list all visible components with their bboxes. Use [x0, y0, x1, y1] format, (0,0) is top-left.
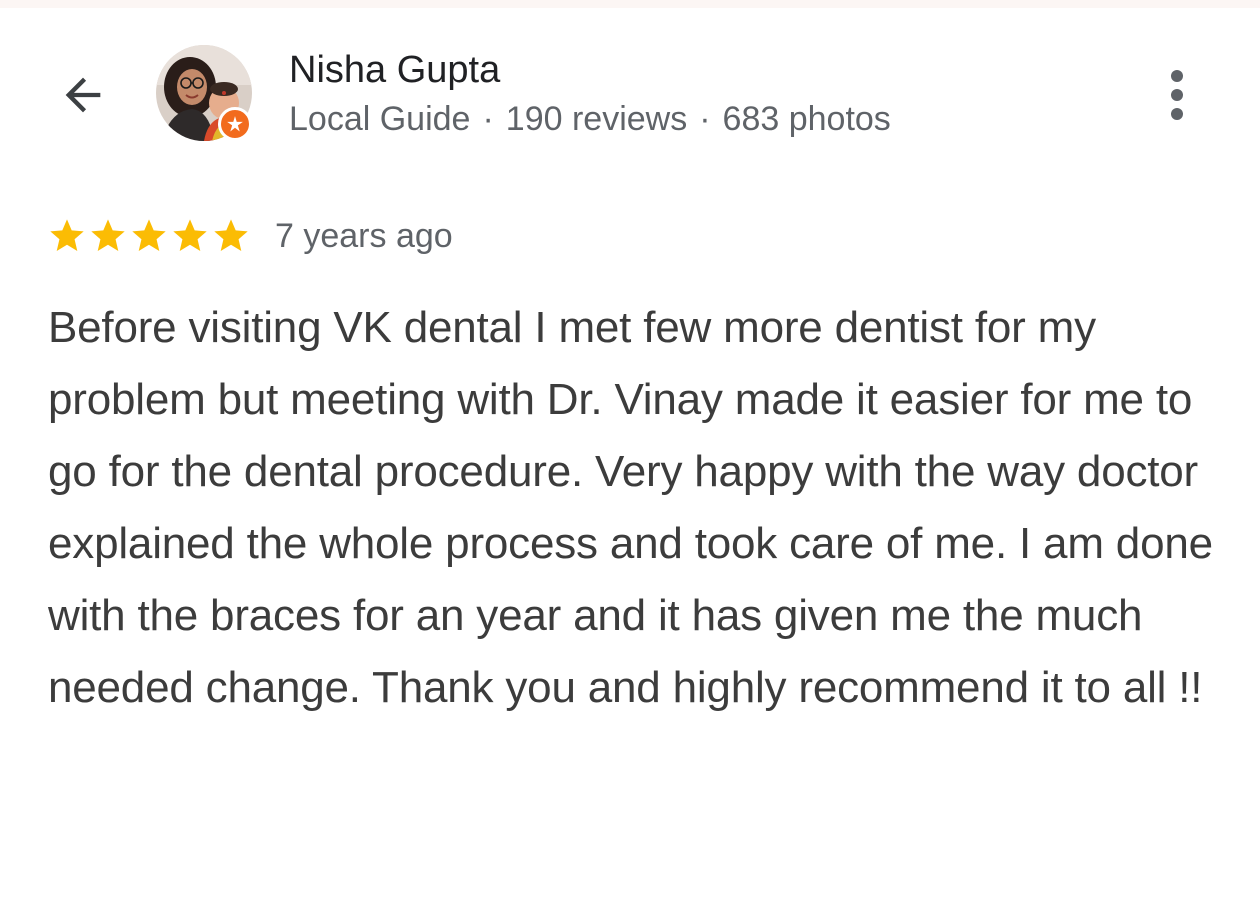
star-icon: [50, 219, 84, 251]
local-guide-star-icon: [227, 116, 243, 132]
local-guide-badge: [218, 107, 252, 141]
reviewer-name[interactable]: Nisha Gupta: [289, 48, 500, 92]
more-vert-icon-dot: [1171, 108, 1183, 120]
review-text: Before visiting VK dental I met few more…: [48, 303, 1213, 712]
star-icon: [173, 219, 207, 251]
reviewer-meta: Local Guide · 190 reviews · 683 photos: [289, 98, 891, 140]
review-count: 190 reviews: [505, 100, 688, 138]
back-button[interactable]: [50, 62, 116, 128]
meta-separator: ·: [482, 100, 494, 138]
reviewer-avatar[interactable]: [156, 45, 254, 143]
more-vert-icon-dot: [1171, 70, 1183, 82]
star-icon: [214, 219, 248, 251]
meta-separator: ·: [699, 100, 711, 138]
star-icon: [91, 219, 125, 251]
arrow-back-icon: [65, 77, 101, 113]
local-guide-label: Local Guide: [289, 100, 471, 138]
photo-count: 683 photos: [722, 100, 891, 138]
top-status-strip: [0, 0, 1260, 8]
star-icon: [132, 219, 166, 251]
review-time: 7 years ago: [275, 217, 453, 255]
rating-row: 7 years ago: [47, 212, 453, 260]
star-rating: [47, 216, 251, 256]
more-options-button[interactable]: [1152, 62, 1202, 128]
more-vert-icon-dot: [1171, 89, 1183, 101]
